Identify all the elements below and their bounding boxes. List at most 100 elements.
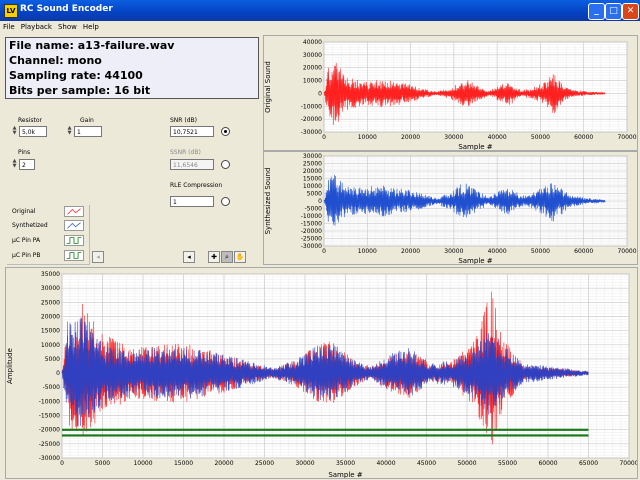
y-tick-label: 5000 [307,191,322,198]
y-axis-label: Original Sound [264,61,272,113]
pins-label: Pins [18,149,31,156]
y-tick-label: -20000 [301,116,322,123]
legend-item-original[interactable]: Original [7,205,89,219]
y-tick-label: 40000 [303,39,322,46]
close-button[interactable]: ✕ [622,3,639,20]
x-tick-label: 55000 [498,460,517,467]
channel-text: Channel: mono [9,54,102,67]
window-title: RC Sound Encoder [20,4,113,14]
x-tick-label: 70000 [617,248,636,255]
y-axis-label: Synthesized Sound [264,168,272,235]
plot-legend: Original Synthetized µC Pin PA µC Pin PB [7,205,90,265]
menu-help[interactable]: Help [80,21,102,33]
x-tick-label: 20000 [401,134,420,141]
y-tick-label: 30000 [303,52,322,59]
synthesized-sound-chart[interactable]: 0 10000 20000 30000 40000 50000 60000 70000-300… [264,152,637,265]
y-tick-label: 30000 [303,153,322,160]
gain-stepper[interactable]: ▲ ▼ [67,126,72,137]
graph-tool-arrow[interactable]: ◂ [183,251,195,263]
x-tick-label: 10000 [358,248,377,255]
y-tick-label: 15000 [303,176,322,183]
x-tick-label: 30000 [444,248,463,255]
x-tick-label: 70000 [619,460,637,467]
x-tick-label: 0 [60,460,64,467]
x-tick-label: 60000 [538,460,557,467]
y-tick-label: 5000 [45,356,60,363]
gain-input[interactable]: 1 [74,126,102,137]
plot-area [323,41,628,133]
snr-label: SNR (dB) [170,117,197,124]
y-tick-label: 0 [318,198,322,205]
y-tick-label: -10000 [301,103,322,110]
legend-item-pin-pb[interactable]: µC Pin PB [7,249,89,263]
bits-per-sample-text: Bits per sample: 16 bit [9,84,151,97]
minimize-button[interactable]: _ [588,3,605,20]
x-tick-label: 15000 [174,460,193,467]
rle-input[interactable]: 1 [170,196,214,207]
x-tick-label: 70000 [617,134,636,141]
y-tick-label: 0 [56,370,60,377]
sampling-rate-text: Sampling rate: 44100 [9,69,143,82]
x-tick-label: 10000 [358,134,377,141]
legend-item-pin-pa[interactable]: µC Pin PA [7,234,89,248]
y-tick-label: -25000 [39,441,60,448]
synthesized-sound-panel: 0 10000 20000 30000 40000 50000 60000 70000 -300… [263,151,638,265]
menu-bar: File Playback Show Help [0,21,640,33]
y-tick-label: 30000 [41,285,60,292]
y-tick-label: -30000 [301,129,322,136]
rle-label: RLE Compression [170,182,223,189]
legend-item-synthetized[interactable]: Synthetized [7,219,89,233]
gain-label: Gain [80,117,94,124]
resistor-input[interactable]: 5,0k [19,126,47,137]
combined-amplitude-panel: 0 5000 10000 15000 20000 25000 30000 35000 40000… [5,267,639,479]
y-tick-label: -20000 [301,228,322,235]
x-tick-label: 60000 [574,248,593,255]
y-tick-label: -25000 [301,236,322,243]
y-tick-label: -10000 [301,213,322,220]
rle-radio[interactable] [221,197,230,206]
x-tick-label: 0 [322,134,326,141]
x-tick-label: 40000 [488,134,507,141]
ssnr-radio[interactable] [221,160,230,169]
y-tick-label: -30000 [301,243,322,250]
maximize-button[interactable]: □ [605,3,622,20]
pins-stepper[interactable]: ▲ ▼ [12,159,17,170]
y-tick-label: -20000 [39,427,60,434]
legend-swatch-synthetized [64,220,84,231]
y-tick-label: 10000 [303,78,322,85]
legend-scroll-arrow[interactable]: ◂ [92,251,104,263]
resistor-label: Resistor [18,117,42,124]
x-tick-label: 40000 [376,460,395,467]
legend-swatch-pin-pb [64,250,84,261]
y-tick-label: 10000 [41,342,60,349]
series-pin-line-2 [62,428,589,431]
zoom-icon[interactable]: ⌕ [221,251,233,263]
cursor-icon[interactable]: ✚ [208,251,220,263]
x-tick-label: 50000 [531,248,550,255]
x-tick-label: 25000 [255,460,274,467]
menu-playback[interactable]: Playback [18,21,55,33]
y-tick-label: 20000 [303,65,322,72]
ssnr-value: 11,6546 [170,159,214,170]
legend-label-synthetized: Synthetized [12,222,48,229]
y-tick-label: -5000 [305,206,323,213]
y-tick-label: -5000 [43,384,61,391]
x-tick-label: 20000 [214,460,233,467]
file-name-text: File name: a13-failure.wav [9,39,175,52]
original-sound-chart[interactable]: 0 10000 20000 30000 40000 50000 60000 70000 -300… [264,36,637,151]
pan-icon[interactable]: ✋ [234,251,246,263]
resistor-stepper[interactable]: ▲ ▼ [12,126,17,137]
x-tick-label: 0 [322,248,326,255]
series-pin-line-3 [62,434,589,437]
x-axis-label: Sample # [328,471,362,478]
x-axis-label: Sample # [458,143,492,150]
combined-amplitude-chart[interactable]: 0 5000 10000 15000 20000 25000 30000 35000 40000… [6,268,639,479]
menu-file[interactable]: File [0,21,18,33]
snr-radio[interactable] [221,127,230,136]
y-tick-label: 20000 [303,168,322,175]
menu-show[interactable]: Show [55,21,80,33]
snr-value: 10,7521 [170,126,214,137]
x-axis-label: Sample # [458,257,492,264]
pins-input[interactable]: 2 [19,159,35,170]
x-tick-label: 30000 [444,134,463,141]
